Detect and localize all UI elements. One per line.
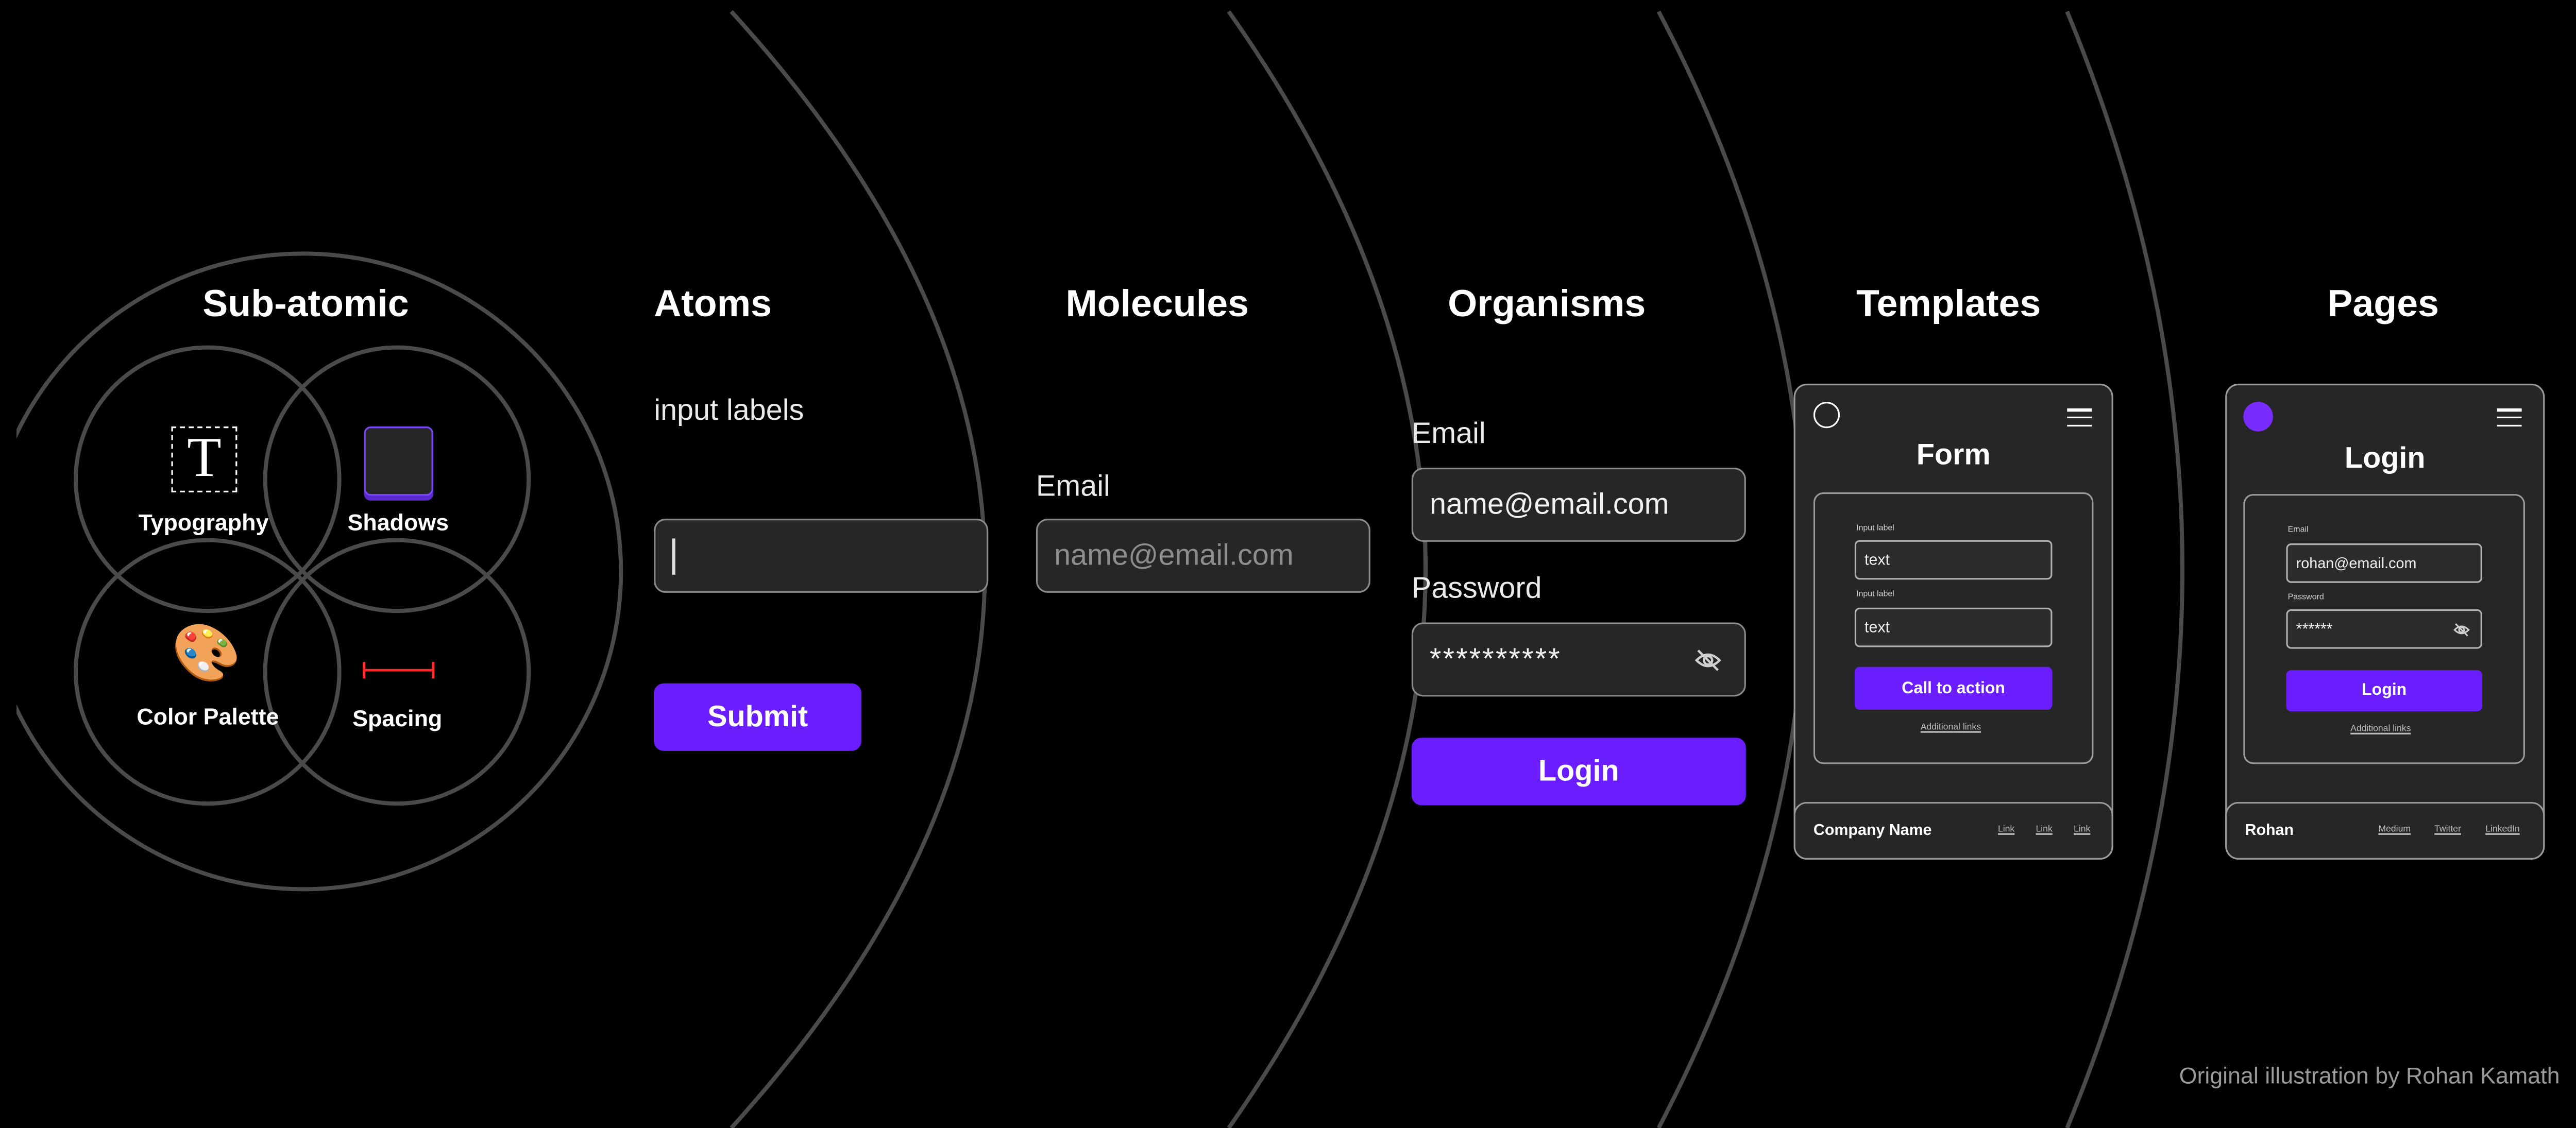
template-footer-link[interactable]: Link [2074,825,2090,835]
color-palette-icon: 🎨 [171,622,241,685]
spacing-label: Spacing [352,705,443,731]
page-footer-link-medium[interactable]: Medium [2378,825,2411,835]
organisms-login-button[interactable]: Login [1411,738,1746,806]
shadow-swatch-icon [364,426,433,496]
subatomic-title: Sub-atomic [202,281,409,324]
atoms-title: Atoms [654,281,772,324]
page-password-label: Password [2287,592,2324,603]
page-card-title: Login [2344,441,2426,474]
page-footer-name: Rohan [2245,822,2294,840]
template-cta-button[interactable]: Call to action [1854,666,2053,710]
typography-icon: T [171,426,238,492]
organisms-email-label: Email [1411,416,1486,450]
page-email-input[interactable]: rohan@email.com [2286,543,2482,583]
eye-slash-icon[interactable] [1693,645,1723,675]
page-email-label: Email [2287,525,2309,536]
typography-label: Typography [138,508,269,536]
brand-logo-icon [2243,402,2273,432]
page-footer-link-linkedin[interactable]: LinkedIn [2485,825,2519,835]
submit-button[interactable]: Submit [654,683,862,751]
page-password-input[interactable]: ****** [2286,609,2482,649]
organisms-title: Organisms [1448,281,1646,324]
hamburger-menu-icon[interactable] [2067,408,2092,432]
page-password-value: ****** [2296,620,2333,638]
credit-text: Original illustration by Rohan Kamath [2179,1062,2560,1089]
organisms-password-input[interactable]: ********** [1411,622,1746,697]
template-footer-name: Company Name [1813,822,1932,840]
molecules-title: Molecules [1065,281,1249,324]
empty-input-field[interactable] [654,519,989,593]
template-field2-label: Input label [1856,589,1894,600]
logo-placeholder-icon [1813,402,1840,429]
ring-organisms [1656,10,1807,1128]
page-additional-links[interactable]: Additional links [2350,725,2411,734]
shadows-label: Shadows [347,508,449,536]
templates-title: Templates [1856,281,2041,324]
spacing-ruler-icon [363,662,435,679]
template-card-title: Form [1916,438,1991,471]
pages-title: Pages [2327,281,2439,324]
color-palette-label: Color Palette [137,703,279,730]
page-login-button[interactable]: Login [2286,670,2482,712]
template-field2-input[interactable]: text [1854,607,2053,647]
template-field1-input[interactable]: text [1854,540,2053,580]
hamburger-menu-icon[interactable] [2497,408,2522,432]
organisms-email-input[interactable]: name@email.com [1411,467,1746,542]
template-footer-link[interactable]: Link [2036,825,2052,835]
password-value: ********** [1429,642,1562,675]
template-field1-label: Input label [1856,523,1894,534]
organisms-password-label: Password [1411,571,1542,605]
input-labels-text: input labels [654,394,804,427]
text-cursor [672,537,675,574]
template-footer-link[interactable]: Link [1998,825,2014,835]
molecules-email-input[interactable]: name@email.com [1036,519,1370,593]
template-additional-links[interactable]: Additional links [1921,723,1981,732]
page-footer-link-twitter[interactable]: Twitter [2434,825,2461,835]
atomic-design-diagram: Sub-atomic T Typography Shadows 🎨 Color … [0,0,2576,1128]
eye-slash-icon[interactable] [2452,621,2470,639]
molecules-email-label: Email [1036,469,1110,503]
